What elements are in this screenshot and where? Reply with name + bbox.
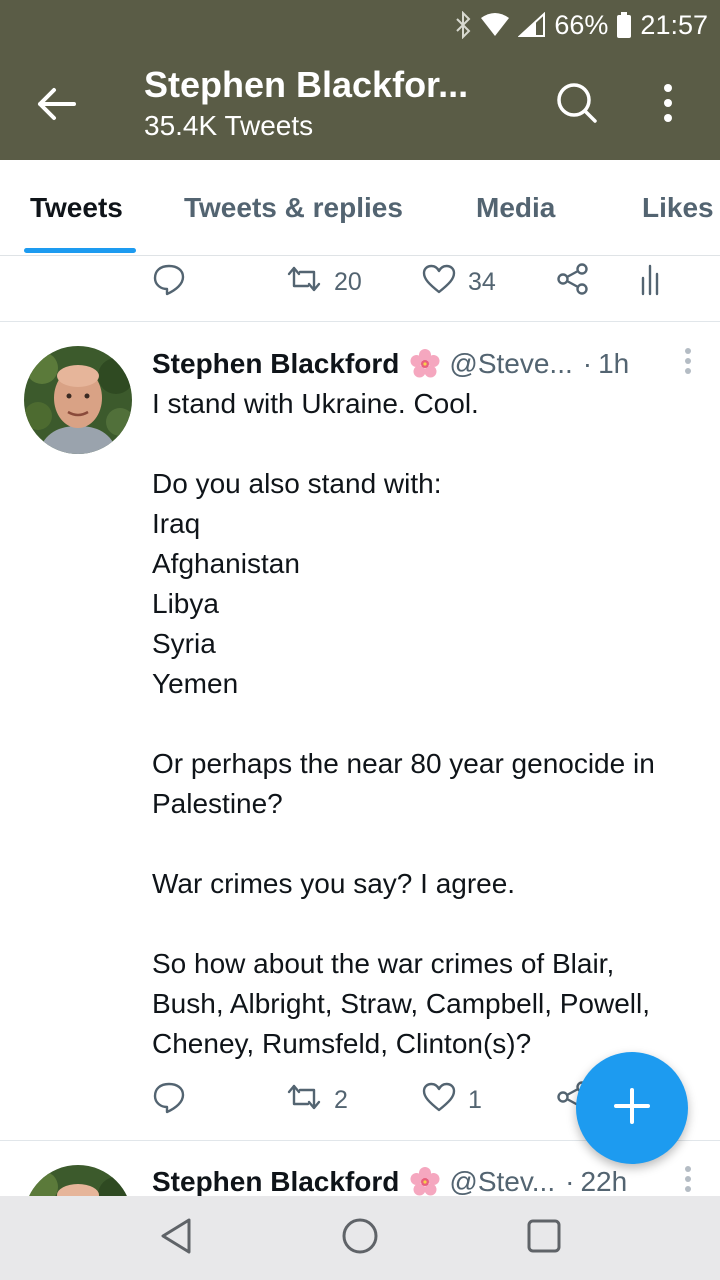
like-count: 34 bbox=[468, 267, 496, 296]
system-nav-bar bbox=[0, 1196, 720, 1280]
reply-icon bbox=[152, 1080, 186, 1121]
author-handle[interactable]: @Stev... bbox=[449, 1166, 555, 1196]
tweet-line: Iraq bbox=[152, 508, 201, 539]
reply-button[interactable] bbox=[152, 1080, 186, 1120]
status-bar: 66% 21:57 bbox=[0, 0, 720, 50]
flower-emoji-icon bbox=[409, 348, 441, 380]
nav-recents-button[interactable] bbox=[520, 1214, 568, 1262]
tweet-line bbox=[152, 904, 704, 944]
search-button[interactable] bbox=[552, 80, 602, 130]
tweet-line: Yemen bbox=[152, 668, 239, 699]
nav-back-button[interactable] bbox=[152, 1214, 200, 1262]
arrow-left-icon bbox=[36, 87, 76, 126]
more-vertical-icon bbox=[663, 83, 673, 128]
square-recents-icon bbox=[526, 1218, 562, 1259]
author-name[interactable]: Stephen Blackford bbox=[152, 1166, 399, 1196]
tweet-line: Libya bbox=[152, 588, 219, 619]
active-tab-indicator bbox=[24, 248, 136, 253]
separator-dot: · bbox=[582, 348, 593, 379]
analytics-icon bbox=[640, 262, 664, 303]
tweet-header: Stephen Blackford @Stev... · 22h bbox=[152, 1162, 692, 1196]
tweet-line: War crimes you say? I agree. bbox=[152, 868, 516, 899]
tweet-more-button[interactable] bbox=[684, 344, 692, 384]
battery-icon bbox=[616, 11, 632, 39]
like-button[interactable]: 34 bbox=[422, 262, 496, 302]
tweet-time: 22h bbox=[580, 1166, 628, 1196]
share-icon bbox=[556, 262, 590, 303]
retweet-icon bbox=[286, 1082, 322, 1119]
more-vertical-icon bbox=[684, 347, 692, 382]
retweet-button[interactable]: 2 bbox=[286, 1080, 348, 1120]
battery-percent: 66% bbox=[554, 9, 609, 40]
triangle-back-icon bbox=[159, 1217, 193, 1260]
retweet-count: 20 bbox=[334, 267, 362, 296]
tweet-count: 35.4K Tweets bbox=[144, 110, 314, 141]
nav-home-button[interactable] bbox=[336, 1214, 384, 1262]
tweet-line: Do you also stand with: bbox=[152, 468, 442, 499]
tweet[interactable]: Stephen Blackford @Steve... · 1h I stand… bbox=[0, 322, 720, 1140]
tweet-line bbox=[152, 824, 704, 864]
flower-emoji-icon bbox=[409, 1166, 441, 1196]
author-name[interactable]: Stephen Blackford bbox=[152, 348, 399, 380]
share-button[interactable] bbox=[556, 262, 590, 302]
tab-tweets[interactable]: Tweets bbox=[30, 160, 123, 256]
compose-tweet-button[interactable] bbox=[576, 1052, 688, 1164]
back-button[interactable] bbox=[30, 80, 82, 132]
plus-icon bbox=[612, 1086, 652, 1131]
tweet-line: Or perhaps the near 80 year genocide in bbox=[152, 748, 655, 779]
tweet-line bbox=[152, 424, 704, 464]
tweet-line: I stand with Ukraine. Cool. bbox=[152, 388, 479, 419]
avatar[interactable] bbox=[24, 346, 132, 454]
tab-likes[interactable]: Likes bbox=[642, 160, 714, 256]
bluetooth-icon bbox=[454, 11, 472, 39]
separator-dot: · bbox=[565, 1166, 575, 1196]
reply-icon bbox=[152, 262, 186, 303]
tab-media[interactable]: Media bbox=[476, 160, 555, 256]
profile-tabs: Tweets Tweets & replies Media Likes bbox=[0, 160, 720, 256]
tweet-text: I stand with Ukraine. Cool. Do you also … bbox=[152, 384, 704, 1064]
retweet-button[interactable]: 20 bbox=[286, 262, 362, 302]
author-handle[interactable]: @Steve... bbox=[449, 348, 572, 380]
wifi-icon bbox=[480, 12, 510, 38]
tweet-header: Stephen Blackford @Steve... · 1h bbox=[152, 344, 692, 384]
circle-home-icon bbox=[341, 1217, 379, 1260]
tweet-time: 1h bbox=[598, 348, 630, 379]
signal-icon bbox=[518, 12, 546, 38]
more-vertical-icon bbox=[684, 1165, 692, 1197]
tweet-line: Bush, Albright, Straw, Campbell, Powell, bbox=[152, 988, 651, 1019]
tab-tweets-replies[interactable]: Tweets & replies bbox=[184, 160, 403, 256]
tweet-line: Palestine? bbox=[152, 788, 283, 819]
search-icon bbox=[556, 82, 598, 129]
tweet-more-button[interactable] bbox=[684, 1162, 692, 1196]
retweet-icon bbox=[286, 264, 322, 301]
tweet-line: Afghanistan bbox=[152, 548, 300, 579]
clock: 21:57 bbox=[640, 9, 708, 40]
profile-header: Stephen Blackfor... 35.4K Tweets bbox=[0, 50, 720, 160]
overflow-menu-button[interactable] bbox=[648, 80, 688, 130]
prev-tweet-actions: 20 34 bbox=[152, 262, 682, 302]
heart-icon bbox=[422, 264, 456, 301]
tweet-line: Syria bbox=[152, 628, 216, 659]
heart-icon bbox=[422, 1082, 456, 1119]
tweet-line bbox=[152, 704, 704, 744]
like-button[interactable]: 1 bbox=[422, 1080, 482, 1120]
tweet-line: So how about the war crimes of Blair, bbox=[152, 948, 615, 979]
avatar[interactable] bbox=[24, 1165, 132, 1196]
profile-name: Stephen Blackfor... bbox=[144, 64, 469, 105]
retweet-count: 2 bbox=[334, 1085, 348, 1114]
reply-button[interactable] bbox=[152, 262, 186, 302]
like-count: 1 bbox=[468, 1085, 482, 1114]
analytics-button[interactable] bbox=[640, 262, 664, 302]
